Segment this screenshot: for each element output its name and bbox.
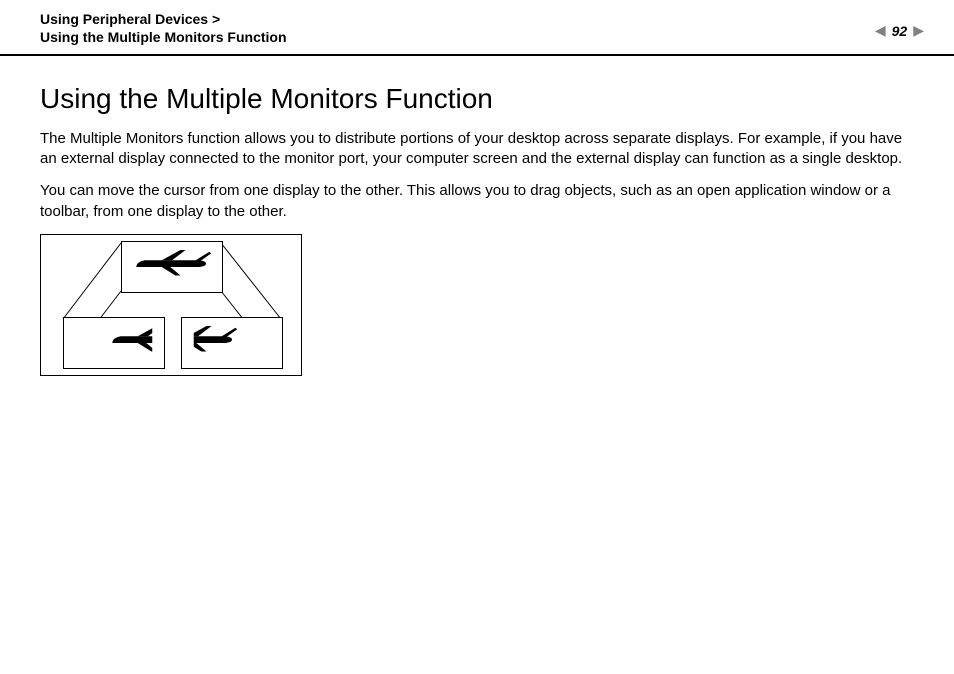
page-title: Using the Multiple Monitors Function (40, 84, 914, 115)
breadcrumb-line-1: Using Peripheral Devices > (40, 11, 220, 27)
breadcrumb: Using Peripheral Devices > Using the Mul… (40, 10, 914, 46)
airplane-tail-half-icon (187, 326, 277, 360)
breadcrumb-line-2: Using the Multiple Monitors Function (40, 29, 287, 45)
document-page: Using Peripheral Devices > Using the Mul… (0, 0, 954, 674)
display-right (181, 317, 283, 369)
multiple-monitors-figure (40, 234, 302, 376)
display-combined (121, 241, 223, 293)
airplane-front-half-icon (69, 326, 159, 360)
display-left (63, 317, 165, 369)
airplane-full-icon (127, 250, 217, 284)
next-page-icon[interactable]: ▶ (913, 22, 924, 39)
page-header: Using Peripheral Devices > Using the Mul… (0, 0, 954, 56)
prev-page-icon[interactable]: ◀ (875, 22, 886, 39)
page-content: Using the Multiple Monitors Function The… (0, 56, 954, 376)
intro-paragraph-1: The Multiple Monitors function allows yo… (40, 129, 914, 170)
page-navigator: ◀ 92 ▶ (875, 22, 924, 39)
page-number: 92 (892, 23, 908, 39)
intro-paragraph-2: You can move the cursor from one display… (40, 181, 914, 222)
header-divider (0, 54, 954, 56)
